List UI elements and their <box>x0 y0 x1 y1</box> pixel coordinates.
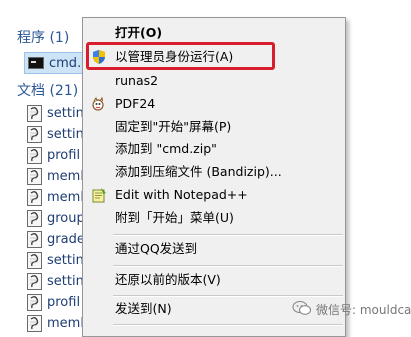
document-file-icon <box>27 125 42 143</box>
document-result-label: meml <box>47 189 84 205</box>
menu-item-label: Edit with Notepad++ <box>115 187 248 202</box>
highlight-annotation <box>86 42 275 70</box>
document-result-label: profil <box>47 147 81 163</box>
document-file-icon <box>27 104 42 122</box>
document-file-icon <box>27 188 42 206</box>
document-file-icon <box>27 230 42 248</box>
menu-item-add-to-zip[interactable]: 添加到 "cmd.zip" <box>83 138 345 160</box>
document-file-icon <box>27 209 42 227</box>
watermark: 微信号: mouldcad <box>292 300 411 319</box>
menu-item-label: 添加到压缩文件 (Bandizip)... <box>115 164 282 179</box>
document-file-icon <box>27 293 42 311</box>
menu-item-open[interactable]: 打开(O) <box>83 22 345 44</box>
menu-item-label: 添加到 "cmd.zip" <box>115 141 217 156</box>
watermark-text: 微信号: mouldcad <box>316 303 411 317</box>
menu-item-restore-previous-versions[interactable]: 还原以前的版本(V) <box>83 269 345 291</box>
document-result-label: group <box>47 210 85 226</box>
document-result-label: meml <box>47 315 84 331</box>
document-result-label: profil <box>47 294 81 310</box>
document-result-label: settin <box>47 252 84 268</box>
menu-item-label: PDF24 <box>115 96 156 111</box>
document-file-icon <box>27 314 42 332</box>
pdf24-icon <box>91 96 107 112</box>
documents-group-header[interactable]: 文档 (21) <box>17 80 78 100</box>
menu-separator <box>113 324 343 326</box>
menu-item-label: 发送到(N) <box>115 301 172 316</box>
document-file-icon <box>27 167 42 185</box>
document-result-label: settin <box>47 105 84 121</box>
menu-item-runas2[interactable]: runas2 <box>83 70 345 92</box>
wechat-icon <box>292 300 312 319</box>
menu-item-label: 附到「开始」菜单(U) <box>115 210 234 225</box>
document-file-icon <box>27 146 42 164</box>
document-result-label: grade <box>47 231 85 247</box>
menu-separator <box>113 295 343 297</box>
document-result-label: meml <box>47 168 84 184</box>
menu-separator <box>113 265 343 267</box>
programs-group-header[interactable]: 程序 (1) <box>17 27 69 47</box>
console-icon <box>28 57 44 69</box>
menu-item-attach-to-start-menu[interactable]: 附到「开始」菜单(U) <box>83 207 345 229</box>
menu-item-label: 打开(O) <box>115 25 163 40</box>
menu-separator <box>113 234 343 236</box>
menu-item-add-to-bandizip[interactable]: 添加到压缩文件 (Bandizip)... <box>83 161 345 183</box>
menu-item-pin-to-start[interactable]: 固定到"开始"屏幕(P) <box>83 116 345 138</box>
notepadpp-icon <box>91 187 107 203</box>
menu-item-label: 固定到"开始"屏幕(P) <box>115 119 232 134</box>
menu-item-edit-notepadpp[interactable]: Edit with Notepad++ <box>83 184 345 206</box>
menu-item-label: 通过QQ发送到 <box>115 241 198 256</box>
document-result-label: settin <box>47 126 84 142</box>
document-file-icon <box>27 272 42 290</box>
document-file-icon <box>27 251 42 269</box>
menu-item-send-via-qq[interactable]: 通过QQ发送到 <box>83 238 345 260</box>
menu-item-pdf24[interactable]: PDF24 <box>83 93 345 115</box>
document-result-label: settin <box>47 273 84 289</box>
menu-item-label: runas2 <box>115 73 159 88</box>
menu-item-label: 还原以前的版本(V) <box>115 272 221 287</box>
